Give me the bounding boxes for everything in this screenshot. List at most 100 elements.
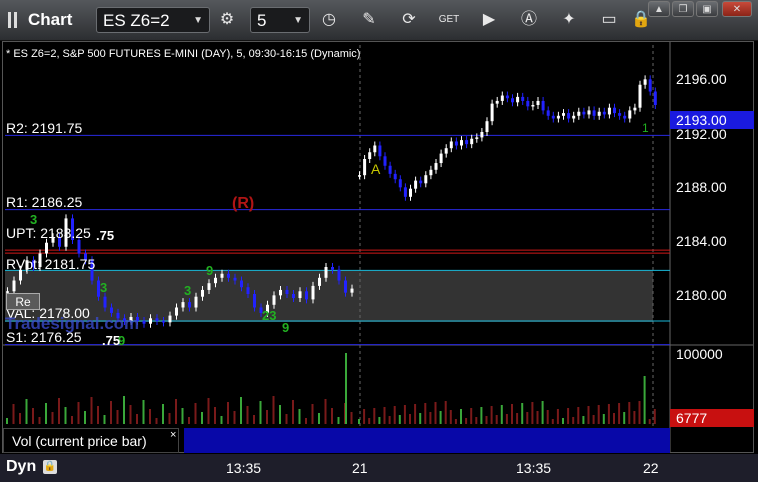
lock-icon[interactable]: 🔒 [43,460,57,474]
y-tick-label: 2180.00 [676,287,727,303]
volume-bar [279,405,281,424]
candle-body [207,283,211,290]
close-icon[interactable]: × [170,429,176,441]
volume-bar [648,419,651,424]
volume-bar [511,404,513,424]
x-tick-label: 22 [643,460,659,476]
volume-bar [168,413,171,424]
candle-body [373,145,377,153]
candle-body [597,111,601,116]
volume-bar [623,412,626,424]
volume-bar [142,400,145,424]
volume-bar [12,404,15,424]
candle-body [194,296,198,308]
candle-body [475,137,479,139]
volume-bar [424,403,427,424]
volume-bar [388,416,391,424]
volume-bar [71,416,73,424]
volume-bar [337,417,340,424]
volume-bar [500,405,503,424]
volume-bar [214,407,216,424]
candle-body [383,156,387,166]
volume-indicator-label[interactable]: Vol (current price bar) [3,428,179,453]
candle-body [592,110,596,116]
volume-bar [633,411,636,424]
volume-bar [597,405,600,424]
candle-body [344,280,347,293]
volume-bar [64,407,67,424]
candle-body [567,113,571,119]
volume-bar [25,399,28,424]
volume-bar [393,406,396,424]
overlay-text: 3 [100,280,108,295]
y-tick-label: 2184.00 [676,233,727,249]
volume-bar [136,414,138,424]
volume-bar [470,408,473,424]
candle-body [587,110,591,115]
candle-body [272,295,276,305]
candle-body [358,175,361,177]
candle-body [541,100,545,111]
candle-body [220,273,224,278]
candle-body [444,148,448,154]
candle-body [188,302,191,308]
volume-bar [6,418,8,424]
volume-bar [638,401,641,424]
candle-body [531,105,535,107]
volume-bar [272,396,275,424]
x-tick-label: 13:35 [516,460,552,476]
volume-bar [155,418,158,424]
volume-bar [227,402,229,424]
dynamic-label[interactable]: Dyn [6,458,36,476]
volume-bar [516,413,519,424]
volume-bar [181,408,184,424]
r-marker: (R) [232,195,255,212]
candle-body [103,296,107,308]
volume-bar [318,413,320,424]
candle-body [551,115,555,119]
volume-bar [207,398,210,424]
candle-body [142,321,146,324]
candle-body [521,96,525,101]
volume-bar [90,397,93,424]
candle-body [434,163,438,170]
candle-body [638,84,642,108]
volume-bar [233,411,236,424]
candle-body [505,95,509,99]
last-volume-tag: 6777 [670,409,754,427]
candle-body [449,141,453,149]
candle-body [311,285,315,300]
candle-body [556,115,560,119]
candle-body [77,240,81,254]
candle-body [490,103,494,122]
x-tick-label: 21 [352,460,368,476]
volume-bar [253,415,255,424]
volume-bar [613,413,615,424]
re-marker: Re [6,293,40,310]
volume-bar [465,418,468,424]
volume-bar [305,418,307,424]
volume-bar [32,408,34,424]
volume-bar [439,411,442,424]
volume-bar [434,402,437,424]
candle-body [653,91,657,105]
level-label-r2: R2: 2191.75 [6,120,83,136]
candle-body [460,140,463,146]
candle-body [378,145,382,157]
volume-bar [409,414,411,424]
candle-body [618,113,622,116]
volume-bar [373,408,376,424]
volume-bar [331,408,333,424]
volume-bar [266,410,268,424]
level-label-rvpt: RVpt: 2181.75 [6,256,96,272]
candle-body [572,115,576,119]
candle-body [201,289,204,297]
candle-body [45,242,48,254]
volume-bar [572,417,575,424]
y-tick-label: 2188.00 [676,179,727,195]
candle-body [516,96,520,103]
candle-body [246,287,250,294]
volume-bar [536,411,539,424]
volume-bar [485,416,488,424]
overlay-text: 3 [184,283,192,298]
